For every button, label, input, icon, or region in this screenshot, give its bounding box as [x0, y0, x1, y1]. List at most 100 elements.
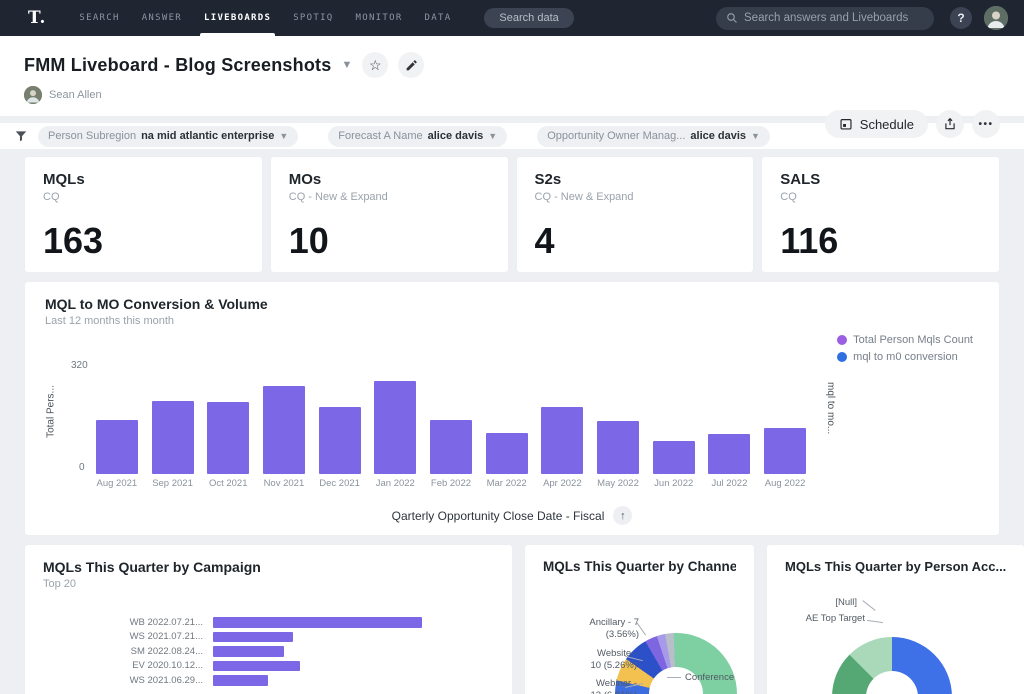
x-tick-label: Sep 2021	[152, 478, 193, 489]
help-button[interactable]: ?	[950, 7, 972, 29]
kpi-card-s2s[interactable]: S2s CQ - New & Expand 4	[515, 156, 755, 273]
bar-Jun 2022[interactable]	[652, 440, 695, 474]
filter-label: Forecast A Name	[338, 130, 423, 142]
kpi-title: MOs	[288, 171, 322, 188]
filter-value: alice davis	[427, 130, 484, 142]
filter-pill-person-subregion[interactable]: Person Subregion na mid atlantic enterpr…	[38, 125, 299, 147]
bar-Apr 2022[interactable]	[541, 407, 584, 474]
bar-Jan 2022[interactable]	[374, 381, 417, 474]
y-axis-max-tick: 320	[71, 360, 88, 371]
nav-item-search[interactable]: SEARCH	[79, 0, 119, 36]
kpi-card-mqls[interactable]: MQLs CQ 163	[24, 156, 263, 273]
hbar-WS 2021.07.21...[interactable]	[213, 631, 294, 642]
y-axis-min-tick: 0	[79, 462, 85, 473]
kpi-value: 10	[288, 220, 329, 261]
kpi-value: 116	[780, 220, 839, 261]
top-nav-bar: T. SEARCH ANSWER LIVEBOARDS SPOTIQ MONIT…	[0, 0, 1024, 36]
hbar-row: EV 2020.10.12...	[25, 659, 486, 674]
liveboard-header: FMM Liveboard - Blog Screenshots ▼ ☆ Sea…	[0, 36, 1024, 138]
bar-Jul 2022[interactable]	[708, 434, 751, 474]
hbar-category-label: WS 2021.07.21...	[129, 631, 203, 643]
share-button[interactable]	[936, 110, 964, 138]
nav-item-monitor[interactable]: MONITOR	[356, 0, 403, 36]
bar-column	[423, 370, 479, 474]
x-tick-label: Feb 2022	[430, 478, 472, 489]
hbar-EV 2020.10.12...[interactable]	[213, 660, 300, 671]
schedule-button[interactable]: Schedule	[824, 110, 928, 138]
x-tick-label: Dec 2021	[319, 478, 360, 489]
legend-item[interactable]: mql to m0 conversion	[837, 351, 973, 363]
callout-website: Website - 10 (5.26%)	[590, 648, 637, 671]
bar-Aug 2021[interactable]	[95, 420, 138, 474]
edit-pencil-button[interactable]	[398, 52, 425, 78]
more-options-button[interactable]: •••	[972, 110, 1000, 138]
kpi-card-sals[interactable]: SALS CQ 116	[761, 156, 1000, 273]
hbar-category-label: WS 2021.06.29...	[129, 674, 203, 686]
x-tick-label: Aug 2022	[764, 478, 806, 489]
bar-column	[89, 370, 145, 474]
nav-item-answer[interactable]: ANSWER	[142, 0, 182, 36]
bar-May 2022[interactable]	[597, 421, 640, 474]
hbar-WB 2022.07.21...[interactable]	[213, 617, 422, 628]
filter-value: na mid atlantic enterprise	[141, 130, 275, 142]
hbar-WS 2021.06.29...[interactable]	[213, 675, 268, 686]
title-dropdown-caret-icon[interactable]: ▼	[341, 59, 352, 71]
kpi-card-mos[interactable]: MOs CQ - New & Expand 10	[269, 156, 509, 273]
kpi-value: 163	[43, 220, 104, 261]
bar-Aug 2022[interactable]	[764, 427, 807, 474]
filter-value: alice davis	[690, 130, 747, 142]
bar-Dec 2021[interactable]	[318, 407, 361, 474]
favorite-star-button[interactable]: ☆	[362, 52, 389, 78]
kpi-row: MQLs CQ 163 MOs CQ - New & Expand 10 S2s…	[24, 156, 1000, 273]
secondary-y-axis-title: mql to mo...	[825, 382, 836, 435]
x-tick-label: May 2022	[597, 478, 639, 489]
nav-item-data[interactable]: DATA	[425, 0, 452, 36]
hbar-category-label: WB 2022.07.21...	[129, 616, 203, 628]
search-icon	[726, 12, 738, 24]
filter-label: Opportunity Owner Manag...	[547, 130, 686, 142]
page-title: FMM Liveboard - Blog Screenshots	[24, 54, 332, 75]
bar-Mar 2022[interactable]	[485, 432, 528, 474]
bar-column	[145, 370, 201, 474]
kpi-title: S2s	[534, 171, 562, 188]
hbar-SM 2022.08.24...[interactable]	[213, 646, 284, 657]
nav-item-spotiq[interactable]: SPOTIQ	[293, 0, 333, 36]
x-tick-label: Jun 2022	[654, 478, 694, 489]
bar-column	[256, 370, 312, 474]
bar-chart-plot-area	[89, 370, 813, 474]
schedule-label: Schedule	[859, 116, 914, 132]
hbar-row: WS 2021.07.21...	[25, 630, 486, 645]
nav-item-liveboards[interactable]: LIVEBOARDS	[200, 0, 276, 36]
hbar-category-label: EV 2020.10.12...	[132, 660, 203, 672]
search-data-button[interactable]: Search data	[484, 8, 574, 28]
x-tick-label: Nov 2021	[263, 478, 305, 489]
x-tick-label: Aug 2021	[96, 478, 138, 489]
global-search-input[interactable]	[744, 12, 924, 24]
legend-label: Total Person Mqls Count	[853, 334, 973, 346]
callout-null: [Null]	[835, 597, 857, 608]
legend-dot-blue	[837, 352, 848, 362]
callout-line	[862, 600, 876, 611]
chevron-down-icon: ▼	[751, 131, 760, 141]
thoughtspot-logo-icon[interactable]: T.	[28, 8, 46, 28]
x-tick-label: Jul 2022	[711, 478, 748, 489]
drill-up-button[interactable]: ↑	[613, 506, 633, 525]
filter-pill-forecast-a-name[interactable]: Forecast A Name alice davis ▼	[328, 125, 508, 147]
kpi-title: SALS	[780, 171, 821, 188]
bar-Oct 2021[interactable]	[207, 401, 250, 474]
global-search-bar[interactable]	[716, 6, 934, 30]
chart-legend: Total Person Mqls Count mql to m0 conver…	[837, 334, 973, 368]
bar-column	[757, 370, 813, 474]
chart-subtitle: Last 12 months this month	[45, 315, 175, 327]
bar-Sep 2021[interactable]	[151, 400, 194, 474]
chevron-down-icon: ▼	[488, 131, 498, 141]
callout-conference: Conference	[685, 672, 735, 683]
author-name: Sean Allen	[49, 89, 102, 101]
kpi-value: 4	[534, 220, 555, 261]
user-avatar[interactable]	[984, 6, 1008, 30]
legend-item[interactable]: Total Person Mqls Count	[837, 334, 973, 346]
more-options-icon: •••	[978, 118, 994, 130]
bar-Feb 2022[interactable]	[429, 420, 472, 474]
bar-Nov 2021[interactable]	[262, 385, 305, 474]
filter-pill-opportunity-owner-manager[interactable]: Opportunity Owner Manag... alice davis ▼	[537, 125, 770, 147]
